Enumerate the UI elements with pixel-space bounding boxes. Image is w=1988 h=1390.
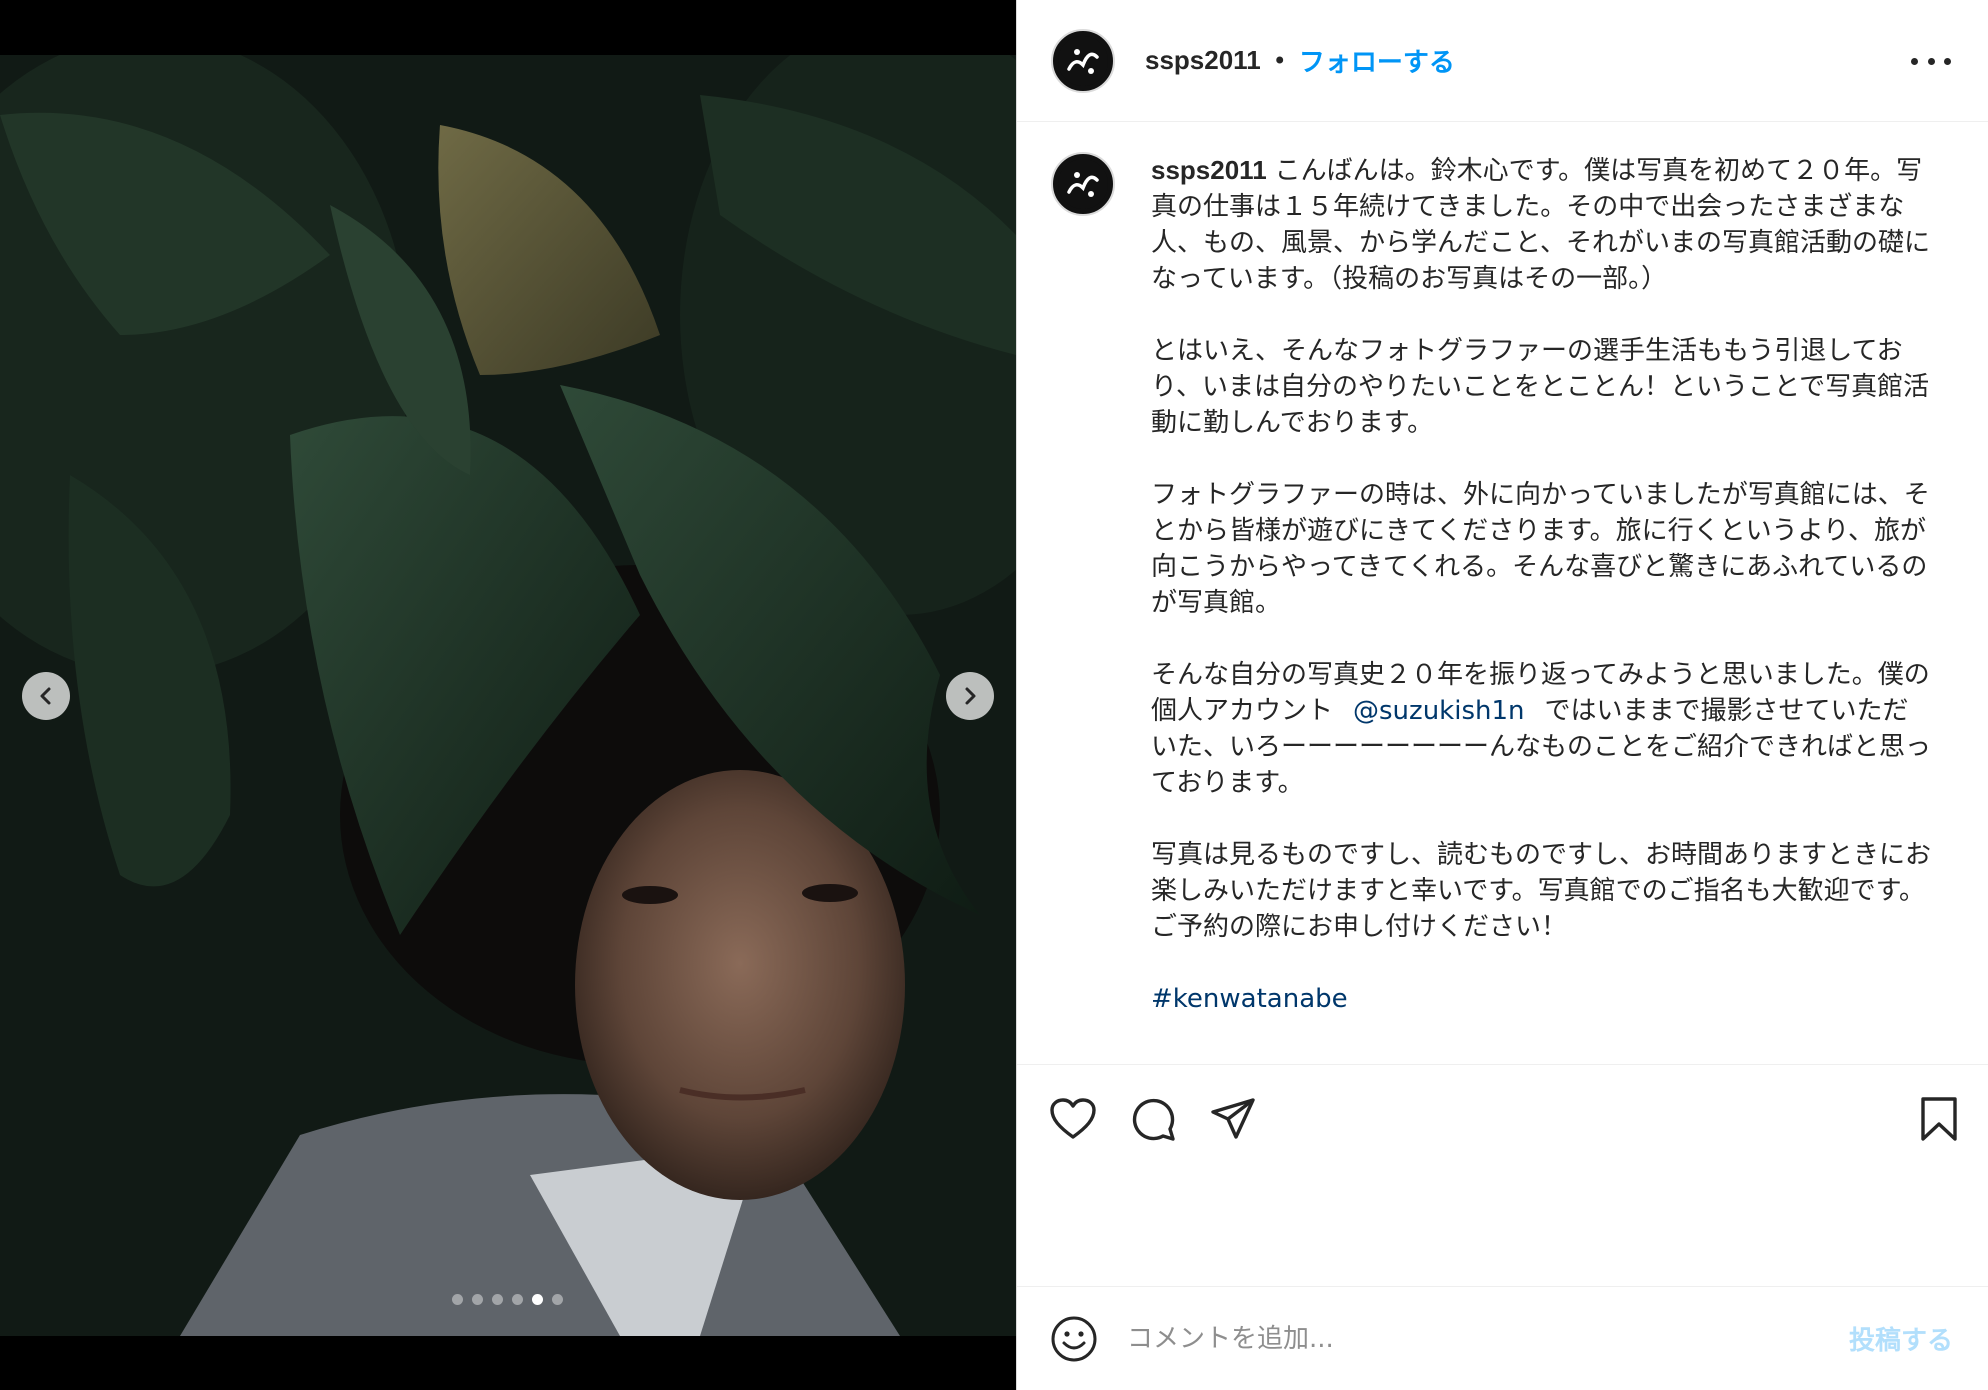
carousel-dot — [452, 1294, 463, 1305]
action-bar — [1017, 1064, 1988, 1172]
ellipsis-icon — [1944, 57, 1951, 65]
follow-button[interactable]: フォローする — [1299, 42, 1455, 79]
caption-paragraph-1: こんばんは。鈴木心です。僕は写真を初めて２０年。写真の仕事は１５年続けてきました… — [1151, 156, 1930, 294]
comment-bar: 投稿する — [1017, 1286, 1988, 1390]
share-button[interactable] — [1207, 1093, 1259, 1145]
like-button[interactable] — [1047, 1093, 1099, 1145]
carousel-dot — [492, 1294, 503, 1305]
brand-logo-icon — [1058, 35, 1108, 86]
caption-area[interactable]: ssps2011 こんばんは。鈴木心です。僕は写真を初めて２０年。写真の仕事は１５… — [1017, 122, 1988, 1064]
caption-paragraph-4: そんな自分の写真史２０年を振り返ってみようと思いました。僕の個人アカウント @su… — [1151, 657, 1931, 801]
carousel-indicator — [452, 1294, 563, 1305]
previous-slide-button[interactable] — [22, 672, 70, 720]
carousel-dot — [552, 1294, 563, 1305]
post-photo — [0, 55, 1016, 1336]
post-username[interactable]: ssps2011 — [1145, 45, 1261, 76]
hashtag-link[interactable]: #kenwatanabe — [1151, 984, 1348, 1014]
caption-paragraph-3: フォトグラファーの時は、外に向かっていましたが写真館には、そとから皆様が遊びにき… — [1151, 480, 1930, 618]
ellipsis-icon — [1911, 57, 1918, 65]
caption-username[interactable]: ssps2011 — [1151, 155, 1267, 185]
smiley-icon — [1051, 1316, 1097, 1361]
carousel-dot-active — [532, 1294, 543, 1305]
portrait-photo-illustration — [0, 55, 1016, 1336]
post-sidebar: ssps2011 • フォローする ssps2011 こんばんは。鈴木心です。僕… — [1016, 0, 1988, 1390]
ellipsis-icon — [1927, 57, 1935, 65]
caption-avatar[interactable] — [1051, 152, 1115, 216]
more-options-button[interactable] — [1911, 46, 1951, 76]
caption-text: ssps2011 こんばんは。鈴木心です。僕は写真を初めて２０年。写真の仕事は１５… — [1151, 152, 1931, 1053]
post-header: ssps2011 • フォローする — [1017, 0, 1988, 122]
emoji-button[interactable] — [1049, 1314, 1099, 1364]
chevron-right-icon — [965, 687, 976, 705]
paper-plane-icon — [1211, 1097, 1255, 1139]
avatar[interactable] — [1051, 28, 1115, 93]
separator: • — [1272, 46, 1287, 75]
comment-input[interactable] — [1127, 1323, 1807, 1354]
brand-logo-icon — [1058, 159, 1108, 209]
caption-paragraph-2: とはいえ、そんなフォトグラファーの選手生活ももう引退しており、いまは自分のやりた… — [1151, 336, 1930, 438]
post-modal: ssps2011 • フォローする ssps2011 こんばんは。鈴木心です。僕… — [0, 0, 1988, 1390]
caption-paragraph: ssps2011 こんばんは。鈴木心です。僕は写真を初めて２０年。写真の仕事は１５… — [1151, 152, 1931, 297]
next-slide-button[interactable] — [946, 672, 994, 720]
carousel-dot — [512, 1294, 523, 1305]
media-pane — [0, 0, 1016, 1390]
bookmark-icon — [1921, 1096, 1957, 1141]
comment-icon — [1132, 1098, 1175, 1141]
heart-icon — [1050, 1097, 1096, 1139]
caption-paragraph-5: 写真は見るものですし、読むものですし、お時間ありますときにお楽しみいただけますと… — [1151, 840, 1932, 942]
comment-button[interactable] — [1127, 1093, 1179, 1145]
mention-link[interactable]: @suzukish1n — [1353, 696, 1524, 726]
post-comment-button[interactable]: 投稿する — [1849, 1320, 1953, 1357]
chevron-left-icon — [40, 687, 51, 705]
save-button[interactable] — [1913, 1093, 1965, 1145]
carousel-dot — [472, 1294, 483, 1305]
